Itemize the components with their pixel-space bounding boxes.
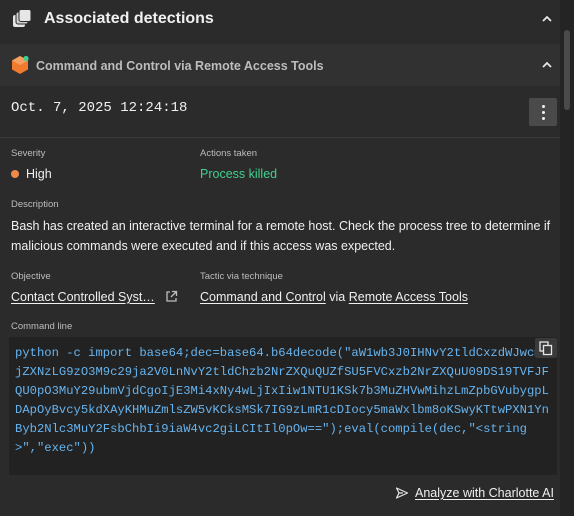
detections-stack-icon: [13, 9, 32, 27]
actions-taken-label: Actions taken: [200, 148, 258, 159]
severity-value: High: [26, 167, 52, 181]
objective-label: Objective: [11, 271, 51, 282]
associated-detections-panel: Associated detections Command and Contro…: [0, 0, 574, 516]
chevron-up-icon[interactable]: [540, 12, 554, 26]
analyze-with-charlotte-button[interactable]: Analyze with Charlotte AI: [395, 485, 554, 501]
detection-timestamp: Oct. 7, 2025 12:24:18: [11, 100, 188, 116]
detection-title: Command and Control via Remote Access To…: [36, 59, 324, 73]
severity-dot: [11, 170, 19, 178]
tactic-label: Tactic via technique: [200, 271, 283, 282]
copy-icon[interactable]: [535, 338, 557, 358]
actions-taken-value: Process killed: [200, 167, 278, 181]
kebab-menu-icon[interactable]: [529, 98, 557, 126]
external-link-icon[interactable]: [165, 290, 178, 303]
panel-title: Associated detections: [44, 10, 214, 27]
description-value: Bash has created an interactive terminal…: [11, 219, 551, 253]
detection-header[interactable]: Command and Control via Remote Access To…: [0, 44, 560, 86]
scrollbar-thumb[interactable]: [564, 30, 570, 110]
severity-label: Severity: [11, 148, 46, 159]
divider: [0, 137, 560, 138]
panel-header[interactable]: Associated detections: [0, 0, 560, 40]
description-label: Description: [11, 199, 59, 210]
command-line-value: python -c import base64;dec=base64.b64de…: [9, 337, 557, 475]
technique-link[interactable]: Remote Access Tools: [349, 290, 468, 304]
tactic-link[interactable]: Command and Control: [200, 290, 326, 304]
send-icon: [395, 487, 409, 499]
tactic-technique: Command and Control via Remote Access To…: [200, 290, 468, 304]
hexagon-detection-icon: [12, 55, 29, 74]
scrollbar[interactable]: [560, 0, 574, 516]
command-line-label: Command line: [11, 321, 73, 332]
chevron-up-icon[interactable]: [540, 58, 554, 72]
objective-link[interactable]: Contact Controlled Syst…: [11, 290, 155, 304]
analyze-label: Analyze with Charlotte AI: [415, 486, 554, 500]
tactic-via-text: via: [329, 290, 346, 304]
